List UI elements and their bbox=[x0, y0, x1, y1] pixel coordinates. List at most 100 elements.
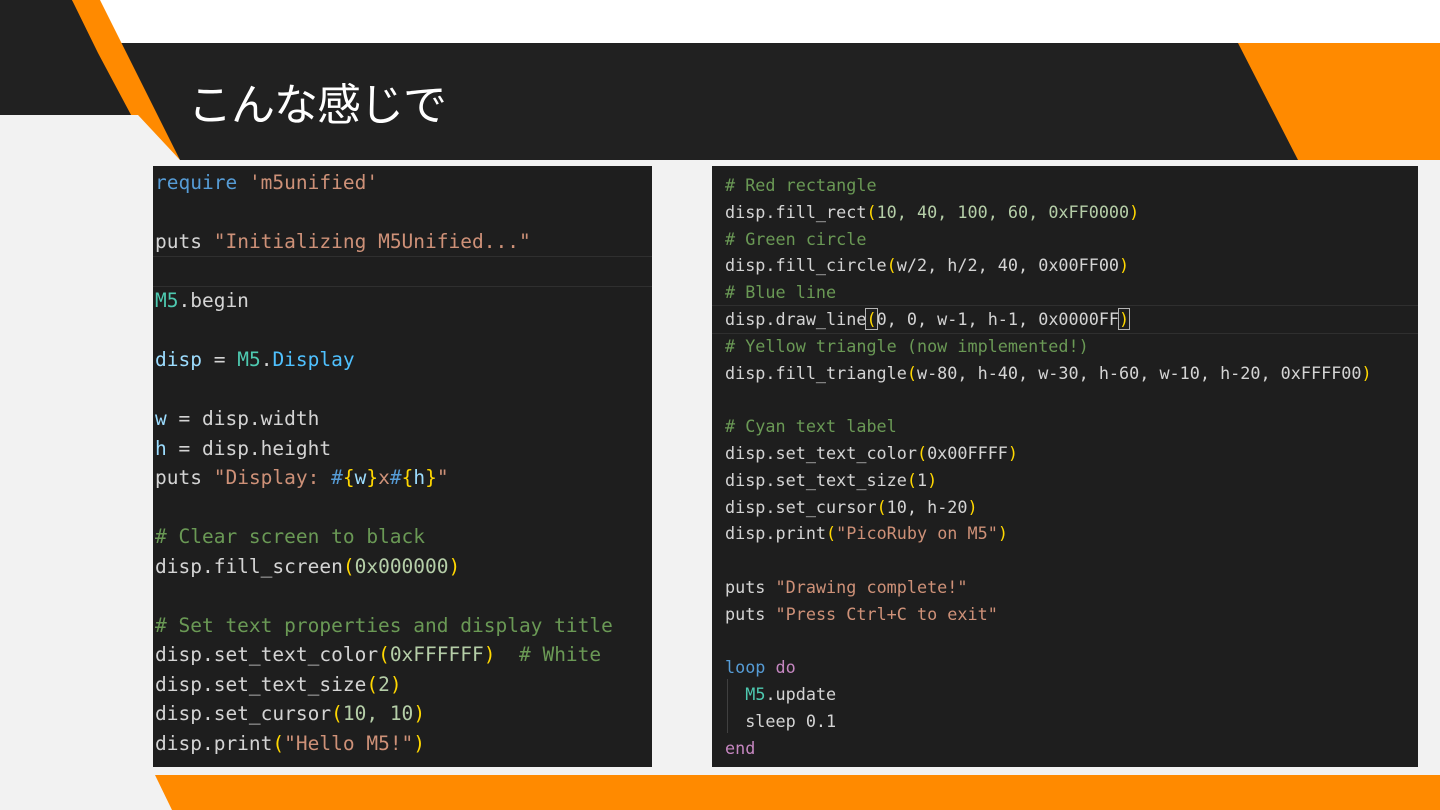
code-token: "Display: bbox=[213, 466, 332, 489]
code-token: 2 bbox=[378, 672, 390, 696]
code-token: M5 bbox=[745, 684, 766, 705]
code-token: do bbox=[775, 657, 796, 678]
code-token: disp.set_text_size bbox=[155, 672, 367, 696]
code-token: M5 bbox=[155, 289, 179, 312]
code-token: } bbox=[425, 466, 437, 489]
code-token: = disp.width bbox=[166, 407, 320, 430]
code-token: ) bbox=[413, 702, 426, 725]
code-token: .begin bbox=[178, 289, 249, 312]
code-token: disp bbox=[155, 348, 202, 371]
code-token: ) bbox=[927, 469, 938, 490]
code-token: w-80, h-40, w-30, h-60, w-10, h-20, 0xFF… bbox=[916, 362, 1362, 383]
code-token: ( bbox=[906, 469, 917, 490]
code-line: # Clear screen to black bbox=[155, 522, 652, 552]
code-line: sleep 0.1 bbox=[725, 708, 1418, 735]
code-token: end bbox=[725, 737, 756, 758]
code-token: puts bbox=[155, 466, 202, 489]
code-token: 10, 40, 100, 60, 0xFF0000 bbox=[876, 201, 1130, 222]
code-token: disp.print bbox=[155, 731, 273, 755]
code-token: ( bbox=[331, 702, 343, 725]
code-line: M5.begin bbox=[155, 286, 652, 316]
code-token: x bbox=[378, 466, 390, 489]
slide-title: こんな感じで bbox=[188, 80, 447, 131]
code-token: 0xFFFFFF bbox=[389, 643, 484, 666]
code-token: 'm5unified' bbox=[248, 171, 379, 194]
code-line: require 'm5unified' bbox=[155, 168, 652, 198]
code-token: # bbox=[389, 466, 402, 489]
code-token: puts bbox=[725, 576, 766, 597]
code-line: # Red rectangle bbox=[725, 172, 1418, 199]
code-token: # Yellow triangle (now implemented!) bbox=[725, 335, 1089, 356]
code-token: = bbox=[201, 348, 238, 371]
code-token: ( bbox=[366, 672, 379, 696]
code-line bbox=[153, 255, 652, 287]
code-screenshot-left: require 'm5unified' puts "Initializing M… bbox=[153, 166, 652, 767]
code-line: disp.print("PicoRuby on M5") bbox=[725, 520, 1418, 547]
code-line: # Blue line bbox=[725, 279, 1418, 306]
code-line: disp.print("Hello M5!") bbox=[155, 729, 652, 759]
code-token: puts bbox=[725, 603, 766, 624]
code-token: ) bbox=[1119, 255, 1130, 276]
code-line: disp = M5.Display bbox=[155, 345, 652, 375]
code-token: ) bbox=[483, 643, 496, 666]
code-token: ( bbox=[342, 554, 355, 578]
code-token: ( bbox=[876, 496, 887, 517]
code-token: { bbox=[401, 466, 414, 489]
code-token: # Green circle bbox=[725, 228, 867, 249]
code-line: disp.set_text_size(1) bbox=[725, 467, 1418, 494]
code-token: ( bbox=[272, 731, 285, 755]
code-token: disp.set_text_color bbox=[155, 643, 379, 666]
code-token: 0, 0, w-1, h-1, 0x0000FF bbox=[876, 308, 1120, 329]
code-token: ) bbox=[1118, 307, 1131, 330]
code-token: . bbox=[260, 348, 273, 371]
code-token: 1 bbox=[916, 469, 928, 490]
code-token: "Initializing M5Unified..." bbox=[213, 230, 531, 253]
code-token: "Hello M5!" bbox=[284, 731, 414, 755]
code-token: Display bbox=[272, 348, 355, 371]
code-token: "PicoRuby on M5" bbox=[836, 523, 998, 544]
code-token: ( bbox=[886, 255, 897, 276]
code-token: disp.set_text_color bbox=[725, 442, 917, 463]
code-token: " bbox=[436, 466, 449, 489]
code-token: # Blue line bbox=[725, 282, 837, 303]
code-token: h bbox=[155, 436, 167, 460]
code-token: "Drawing complete!" bbox=[775, 576, 968, 597]
code-token: puts bbox=[155, 230, 202, 253]
code-token: ) bbox=[389, 672, 402, 696]
code-token: h bbox=[413, 466, 426, 489]
code-token: { bbox=[342, 466, 355, 489]
code-line: # Green circle bbox=[725, 226, 1418, 253]
code-token: 10, h-20 bbox=[886, 496, 968, 517]
code-token: sleep 0.1 bbox=[725, 710, 837, 731]
code-token: M5 bbox=[237, 348, 261, 371]
code-token: w bbox=[354, 466, 367, 489]
code-token: .update bbox=[765, 684, 837, 705]
code-line: disp.set_text_size(2) bbox=[155, 670, 652, 700]
code-token: ) bbox=[1007, 442, 1019, 463]
code-token: ) bbox=[413, 731, 426, 755]
code-line: # Cyan text label bbox=[725, 413, 1418, 440]
code-line: disp.fill_triangle(w-80, h-40, w-30, h-6… bbox=[725, 360, 1418, 387]
code-token: # Set text properties and display title bbox=[155, 613, 613, 637]
code-token: disp.set_cursor bbox=[155, 702, 332, 725]
code-token: ( bbox=[826, 523, 837, 544]
code-screenshot-right: # Red rectangle disp.fill_rect(10, 40, 10… bbox=[712, 166, 1418, 767]
code-line: # Set text properties and display title bbox=[155, 611, 652, 641]
code-line: disp.set_text_color(0xFFFFFF) # White bbox=[155, 640, 652, 670]
code-token: = disp.height bbox=[166, 436, 332, 460]
code-token: 0x00FFFF bbox=[927, 442, 1008, 463]
code-token: require bbox=[155, 171, 238, 194]
code-token: ) bbox=[448, 554, 461, 578]
